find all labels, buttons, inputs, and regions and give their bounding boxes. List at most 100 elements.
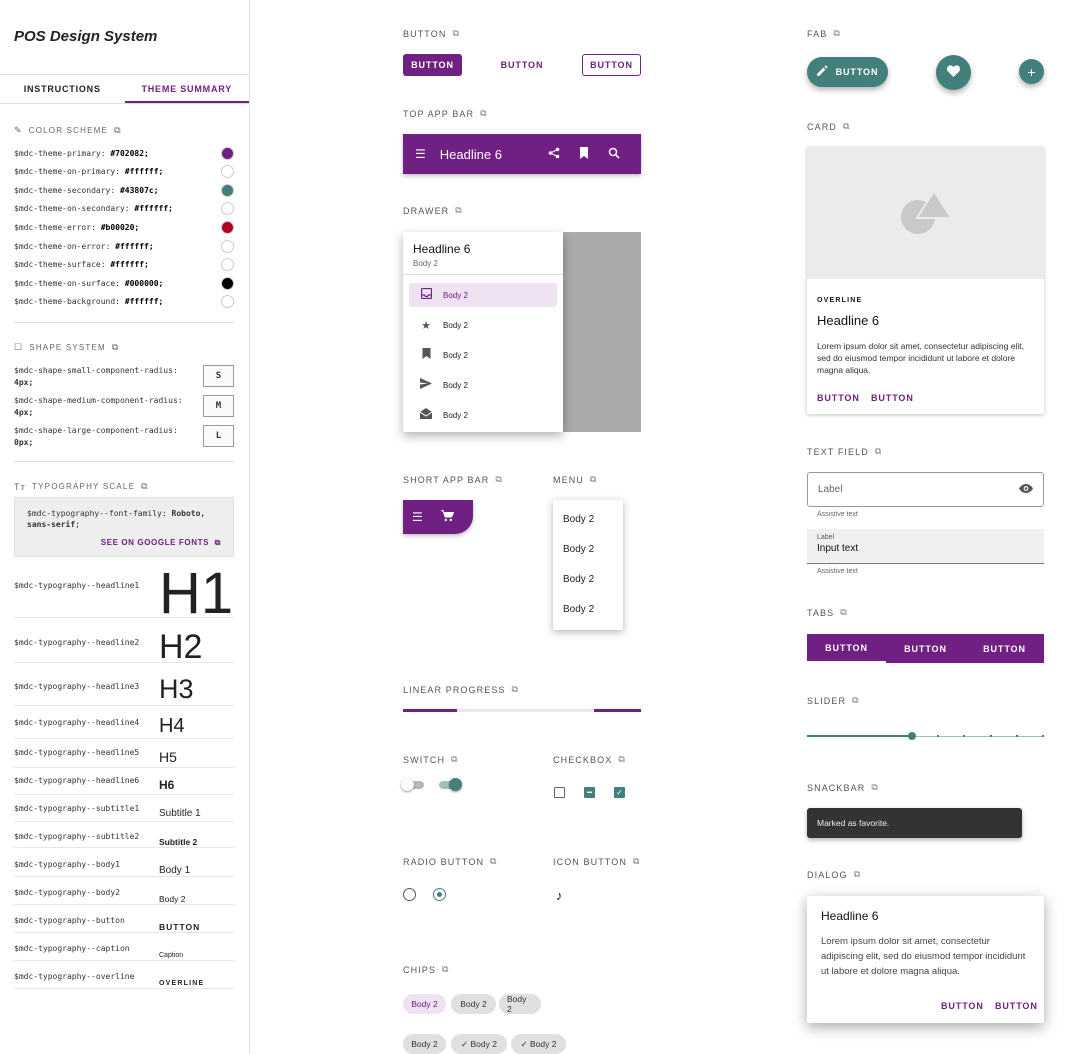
radio-button-selected[interactable]: [433, 888, 446, 901]
open-in-new-icon[interactable]: ⧉: [852, 695, 860, 706]
text-field-value: Input text: [817, 543, 859, 554]
open-in-new-icon[interactable]: ⧉: [495, 474, 503, 485]
open-in-new-icon[interactable]: ⧉: [871, 782, 879, 793]
slider-thumb[interactable]: [908, 732, 916, 740]
open-in-new-icon[interactable]: ⧉: [114, 125, 122, 136]
extended-fab[interactable]: BUTTON: [807, 57, 888, 87]
text-button[interactable]: BUTTON: [494, 54, 550, 76]
theme-sidebar: POS Design System INSTRUCTIONS THEME SUM…: [0, 0, 250, 1054]
open-in-new-icon[interactable]: ⧉: [480, 108, 488, 119]
typography-row: $mdc-typography--body1 Body 1: [14, 857, 234, 877]
drawer-scrim[interactable]: [563, 232, 641, 432]
chip[interactable]: Body 2: [403, 1034, 446, 1054]
open-in-new-icon[interactable]: ⧉: [633, 856, 641, 867]
radio-button-unselected[interactable]: [403, 888, 416, 901]
open-in-new-icon[interactable]: ⧉: [840, 607, 848, 618]
checkbox-checked[interactable]: ✓: [614, 787, 625, 798]
typography-token: $mdc-typography--body1: [14, 860, 120, 869]
color-var-row: $mdc-theme-surface: #ffffff;: [14, 256, 234, 274]
menu: Body 2 Body 2 Body 2 Body 2: [553, 500, 623, 630]
chip[interactable]: Body 2: [451, 994, 496, 1014]
music-note-icon[interactable]: ♪: [556, 888, 563, 903]
shopping-cart-icon[interactable]: [440, 509, 455, 525]
drawer-item-drafts[interactable]: Body 2: [409, 403, 557, 427]
open-in-new-icon[interactable]: ⧉: [490, 856, 498, 867]
chip-selected[interactable]: Body 2: [403, 994, 446, 1014]
checkbox-unchecked[interactable]: [554, 787, 565, 798]
dialog-action-button[interactable]: BUTTON: [941, 1001, 984, 1011]
tab-instructions[interactable]: INSTRUCTIONS: [0, 75, 125, 103]
outlined-button[interactable]: BUTTON: [582, 54, 641, 76]
inbox-icon: [409, 287, 443, 302]
color-var-row: $mdc-theme-secondary: #43807c;: [14, 181, 234, 199]
menu-item[interactable]: Body 2: [563, 574, 594, 585]
plus-icon: +: [1027, 63, 1036, 80]
chip[interactable]: Body 2: [499, 994, 541, 1014]
filter-chip-checked[interactable]: ✓ Body 2: [511, 1034, 566, 1054]
open-in-new-icon: ⧉: [211, 538, 221, 547]
menu-item[interactable]: Body 2: [563, 604, 594, 615]
typography-sample: Subtitle 1: [159, 808, 201, 819]
open-in-new-icon[interactable]: ⧉: [618, 754, 626, 765]
slider-tick: [963, 735, 965, 737]
typography-token: $mdc-typography--headline5: [14, 748, 140, 757]
search-icon[interactable]: [599, 147, 629, 162]
typography-token: $mdc-typography--headline1: [14, 581, 140, 590]
menu-item[interactable]: Body 2: [563, 514, 594, 525]
open-in-new-icon[interactable]: ⧉: [512, 684, 520, 695]
share-icon[interactable]: [539, 147, 569, 162]
shape-row-large: $mdc-shape-large-component-radius: 0px; …: [14, 425, 234, 449]
add-mini-fab[interactable]: +: [1019, 59, 1044, 84]
slider-tick: [990, 735, 992, 737]
tab-1[interactable]: BUTTON: [807, 634, 886, 663]
drawer-item-star[interactable]: ★ Body 2: [409, 313, 557, 337]
menu-icon[interactable]: ☰: [415, 147, 426, 161]
open-in-new-icon[interactable]: ⧉: [112, 342, 120, 353]
short-app-bar: ☰: [403, 500, 473, 534]
filled-text-field[interactable]: Label Input text: [807, 529, 1044, 564]
typography-row: $mdc-typography--subtitle2 Subtitle 2: [14, 829, 234, 848]
send-icon: [409, 378, 443, 392]
open-in-new-icon[interactable]: ⧉: [455, 205, 463, 216]
sidebar-tab-bar: INSTRUCTIONS THEME SUMMARY: [0, 74, 249, 104]
open-in-new-icon[interactable]: ⧉: [833, 28, 841, 39]
checkbox-indeterminate[interactable]: ━: [584, 787, 595, 798]
eye-icon[interactable]: [1019, 483, 1033, 496]
open-in-new-icon[interactable]: ⧉: [843, 121, 851, 132]
bookmark-icon[interactable]: [569, 146, 599, 162]
contained-button[interactable]: BUTTON: [403, 54, 462, 76]
drawer-item-bookmark[interactable]: Body 2: [409, 343, 557, 367]
snackbar-message: Marked as favorite.: [817, 818, 890, 828]
open-in-new-icon[interactable]: ⧉: [141, 481, 149, 492]
color-swatch: [221, 183, 234, 197]
typography-token: $mdc-typography--subtitle2: [14, 832, 140, 841]
open-in-new-icon[interactable]: ⧉: [590, 474, 598, 485]
google-fonts-link[interactable]: SEE ON GOOGLE FONTS ⧉: [101, 537, 221, 548]
drawer-item-inbox[interactable]: Body 2: [409, 283, 557, 307]
typography-sample: Caption: [159, 952, 184, 959]
tab-3[interactable]: BUTTON: [965, 634, 1044, 663]
drawer-item-send[interactable]: Body 2: [409, 373, 557, 397]
color-var-row: $mdc-theme-primary: #702082;: [14, 144, 234, 162]
tab-2[interactable]: BUTTON: [886, 634, 965, 663]
color-swatch: [221, 258, 234, 272]
filter-chip-checked[interactable]: ✓ Body 2: [451, 1034, 507, 1054]
dialog-action-button[interactable]: BUTTON: [995, 1001, 1038, 1011]
color-swatch: [221, 202, 234, 216]
open-in-new-icon[interactable]: ⧉: [854, 869, 862, 880]
dialog-title: Headline 6: [821, 909, 879, 923]
switch-thumb: [401, 778, 414, 791]
open-in-new-icon[interactable]: ⧉: [452, 28, 460, 39]
menu-icon[interactable]: ☰: [412, 510, 423, 524]
typography-sample: Body 1: [159, 865, 191, 876]
card-action-button[interactable]: BUTTON: [871, 393, 914, 403]
color-var-row: $mdc-theme-on-secondary: #ffffff;: [14, 200, 234, 218]
menu-item[interactable]: Body 2: [563, 544, 594, 555]
outlined-text-field[interactable]: Label: [807, 472, 1044, 507]
open-in-new-icon[interactable]: ⧉: [875, 446, 883, 457]
card-action-button[interactable]: BUTTON: [817, 393, 860, 403]
favorite-fab[interactable]: [936, 55, 971, 90]
open-in-new-icon[interactable]: ⧉: [451, 754, 459, 765]
tab-theme-summary[interactable]: THEME SUMMARY: [124, 75, 249, 103]
open-in-new-icon[interactable]: ⧉: [442, 964, 450, 975]
